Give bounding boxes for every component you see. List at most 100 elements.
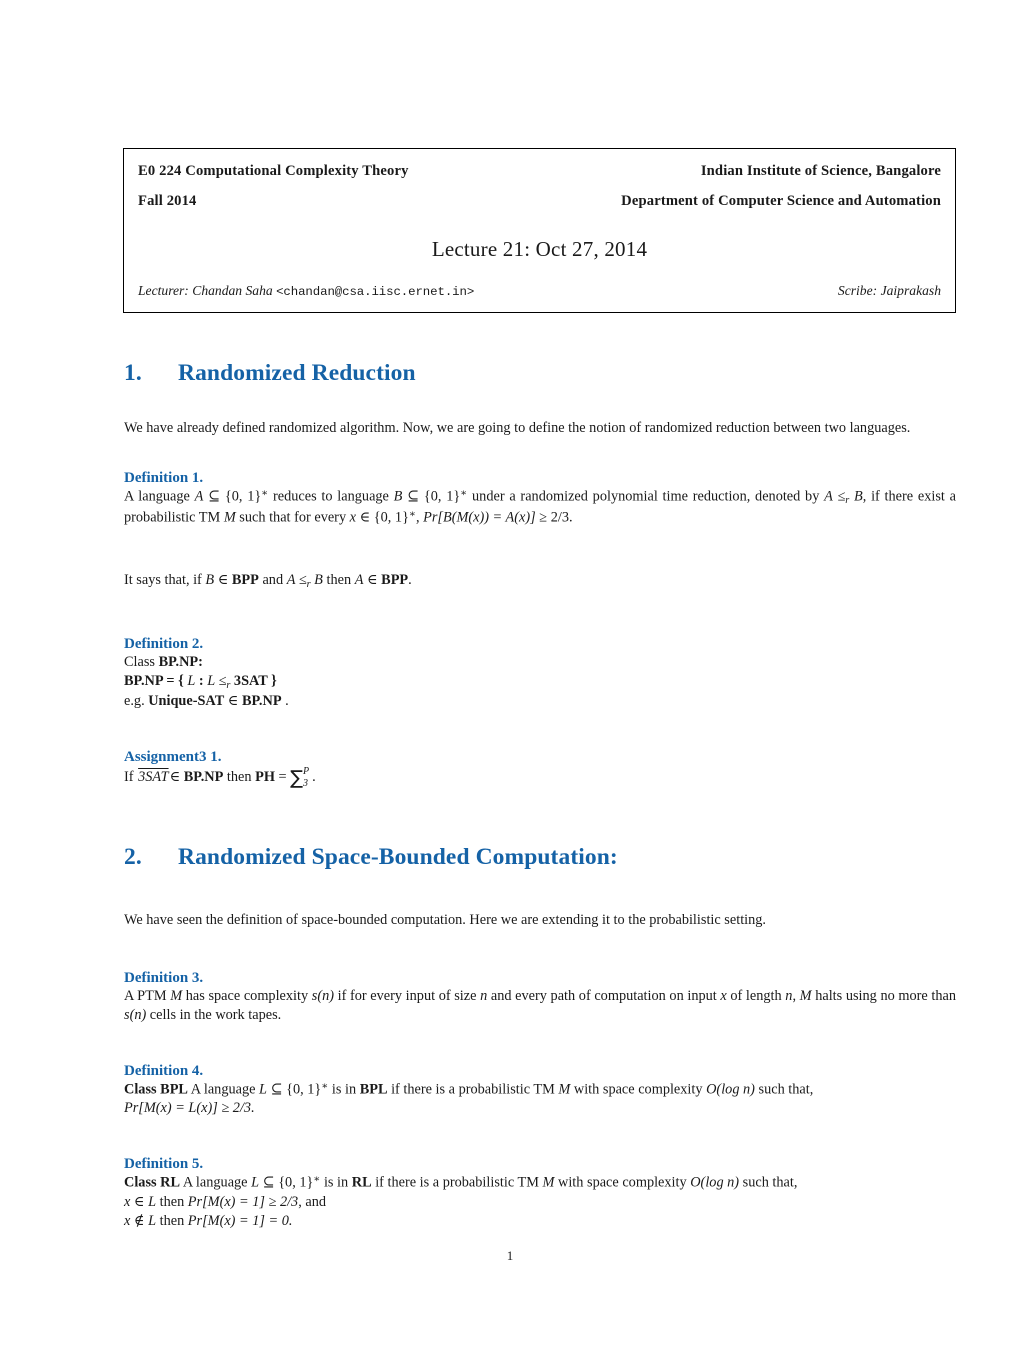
- def5-var-M: M: [542, 1174, 555, 1191]
- def5-big-o: O(log n): [690, 1174, 740, 1191]
- asg-t3: then: [223, 769, 256, 786]
- definition-2-line-1: Class BP.NP:: [124, 653, 956, 672]
- institute-name: Indian Institute of Science, Bangalore: [700, 163, 941, 179]
- def4-t1: Class: [124, 1081, 161, 1098]
- def1-var-M: M: [223, 509, 236, 526]
- scribe-label: Scribe:: [837, 283, 878, 298]
- rem-t4: then: [322, 572, 355, 589]
- def3-t6: ,: [792, 987, 800, 1004]
- def3-t2: has space complexity: [182, 987, 312, 1004]
- def3-t1: A PTM: [124, 987, 171, 1004]
- def1-reduce-2: B: [849, 488, 863, 505]
- def5-case2-then: then: [156, 1212, 188, 1229]
- def3-t5: of length: [726, 987, 786, 1004]
- definition-5-case-1: x ∈ L then Pr[M(x) = 1] ≥ 2/3, and: [124, 1193, 956, 1212]
- rem-t1: It says that, if: [124, 572, 206, 589]
- def5-case1-tail: , and: [298, 1193, 327, 1210]
- def2-class-bpnp: BP.NP:: [158, 653, 203, 670]
- def4-class-bpl-2: BPL: [359, 1081, 388, 1098]
- department-name: Department of Computer Science and Autom…: [621, 193, 941, 209]
- def4-var-L: L: [259, 1081, 267, 1098]
- rem-t3: and: [258, 572, 287, 589]
- definition-3-body: A PTM M has space complexity s(n) if for…: [124, 987, 956, 1025]
- definition-4-prob-line: Pr[M(x) = L(x)] ≥ 2/3.: [124, 1099, 956, 1118]
- def1-t8: ∈ {0, 1}: [356, 509, 409, 526]
- def4-class-bpl-1: BPL: [160, 1081, 188, 1098]
- def1-t10: ≥ 2/3.: [535, 509, 573, 526]
- course-title: E0 224 Computational Complexity Theory: [138, 163, 409, 179]
- def5-t5: if there is a probabilistic TM: [371, 1174, 543, 1191]
- def1-reduce-1: A ≤: [824, 488, 846, 505]
- assignment-3-heading: Assignment3 1.: [124, 749, 222, 766]
- def3-fn-s1: s(n): [311, 987, 335, 1004]
- rem-reduce-2: B: [310, 572, 323, 589]
- sigma-glyph: ∑: [290, 767, 303, 790]
- def1-prob-expr: Pr[B(M(x)) = A(x)]: [423, 509, 536, 526]
- section-number-2: 2.: [124, 843, 142, 870]
- def2-t2: = {: [162, 672, 188, 689]
- bpp-remark: It says that, if B ∈ BPP and A ≤r B then…: [124, 571, 956, 592]
- scribe-info: Scribe: Jaiprakash: [838, 283, 941, 299]
- asg-t1: If: [124, 769, 138, 786]
- def4-t6: with space complexity: [570, 1081, 707, 1098]
- rem-class-bpp-2: BPP: [381, 572, 409, 589]
- sigma-icon: ∑ 3 P: [290, 766, 309, 791]
- asg-complement-3sat: 3SAT: [138, 769, 169, 786]
- sigma-notation: ∑ 3 P: [290, 766, 312, 791]
- section-1-intro: We have already defined randomized algor…: [124, 420, 911, 436]
- def1-t7: such that for every: [235, 509, 350, 526]
- definition-5-body: Class RL A language L ⊆ {0, 1}∗ is in RL…: [124, 1173, 956, 1192]
- definition-1-body: A language A ⊆ {0, 1}∗ reduces to langua…: [124, 487, 956, 527]
- rem-t5: ∈: [363, 572, 382, 589]
- asg-t5: .: [312, 769, 316, 786]
- def5-case1-then: then: [156, 1193, 188, 1210]
- definition-2-line-2: BP.NP = { L : L ≤r 3SAT }: [124, 672, 956, 693]
- def4-t4: is in: [328, 1081, 360, 1098]
- def4-t3: ⊆ {0, 1}: [267, 1081, 322, 1098]
- def2-t5: }: [267, 672, 277, 689]
- definition-2-heading: Definition 2.: [124, 635, 204, 652]
- definition-3-heading: Definition 3.: [124, 969, 204, 986]
- rem-reduce-1: A ≤: [286, 572, 307, 589]
- def4-var-M: M: [558, 1081, 571, 1098]
- def5-t4: is in: [320, 1174, 352, 1191]
- document-content: 1. Randomized Reduction We have already …: [124, 360, 956, 1231]
- lecture-title: Lecture 21: Oct 27, 2014: [431, 237, 648, 261]
- header-row-term: Fall 2014 Department of Computer Science…: [138, 193, 941, 210]
- term-label: Fall 2014: [138, 193, 197, 209]
- def2-reduce: ≤: [214, 672, 227, 689]
- section-heading-1: 1. Randomized Reduction: [124, 360, 956, 387]
- lecture-header-box: E0 224 Computational Complexity Theory I…: [123, 148, 956, 313]
- def2-t6: ∈: [224, 693, 242, 710]
- section-title-2: Randomized Space-Bounded Computation:: [178, 843, 618, 870]
- asg-class-ph: PH: [255, 769, 275, 786]
- def2-t1: Class: [124, 653, 159, 670]
- header-row-course: E0 224 Computational Complexity Theory I…: [138, 163, 941, 180]
- page-number: 1: [506, 1248, 514, 1263]
- definition-4-heading: Definition 4.: [124, 1062, 204, 1079]
- def5-t6: with space complexity: [554, 1174, 691, 1191]
- def3-var-M1: M: [170, 987, 183, 1004]
- lecturer-label: Lecturer:: [138, 283, 189, 298]
- def5-case1-cond: x ∈ L: [124, 1193, 157, 1210]
- def2-3sat: 3SAT: [233, 672, 268, 689]
- def2-bpnp-2: BP.NP: [241, 693, 282, 710]
- def2-var-L2: L: [207, 672, 215, 689]
- def5-case2-expr: Pr[M(x) = 1] = 0.: [187, 1212, 293, 1229]
- def5-t2: A language: [180, 1174, 252, 1191]
- sigma-subscript: 3: [302, 778, 308, 790]
- definition-1-heading: Definition 1.: [124, 470, 204, 487]
- def5-case2-cond: x ∉ L: [124, 1212, 157, 1229]
